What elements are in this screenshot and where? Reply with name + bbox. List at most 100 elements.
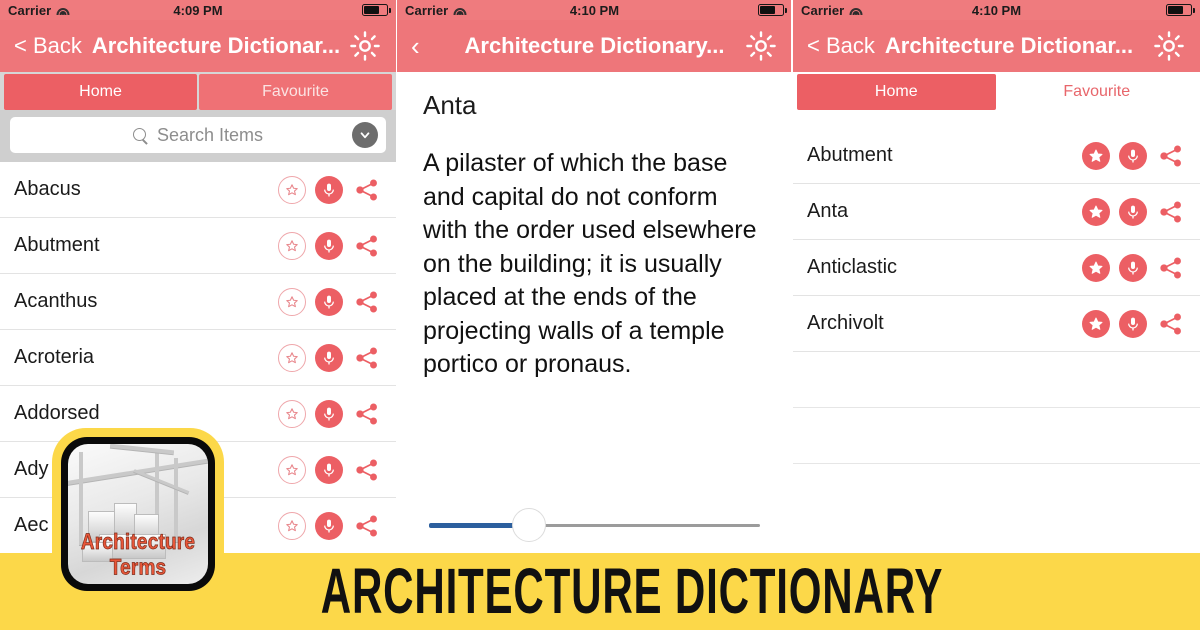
table-row[interactable]: Archivolt xyxy=(793,296,1200,352)
panel-term-detail: Carrier 4:10 PM ‹ Architecture Dictionar… xyxy=(397,0,792,553)
share-icon[interactable] xyxy=(352,288,382,316)
microphone-icon[interactable] xyxy=(1119,253,1147,282)
term-label: Abutment xyxy=(807,144,893,166)
tab-bar: Home Favourite xyxy=(0,72,396,110)
app-icon-label: Architecture Terms xyxy=(80,530,196,581)
app-icon: Architecture Terms xyxy=(52,428,224,600)
microphone-icon[interactable] xyxy=(315,287,343,316)
term-label: Abutment xyxy=(14,234,100,256)
microphone-icon[interactable] xyxy=(315,343,343,372)
nav-bar: ‹ Architecture Dictionary... xyxy=(397,20,792,72)
speech-rate-slider[interactable] xyxy=(429,505,760,542)
status-bar: Carrier 4:10 PM xyxy=(397,0,792,20)
panel-favourite-list: Carrier 4:10 PM < Back Architecture Dict… xyxy=(793,0,1200,553)
term-label: Aec xyxy=(14,514,49,536)
microphone-icon[interactable] xyxy=(315,231,343,260)
battery-icon xyxy=(1166,4,1195,16)
row-actions xyxy=(1082,197,1186,226)
share-icon[interactable] xyxy=(352,400,382,428)
row-actions xyxy=(278,455,382,484)
star-filled-icon[interactable] xyxy=(1082,141,1110,170)
term-label: Ady xyxy=(14,458,49,480)
star-outline-icon[interactable] xyxy=(278,399,306,428)
table-row[interactable]: Acanthus xyxy=(0,274,396,330)
row-actions xyxy=(278,175,382,204)
back-button[interactable]: < Back xyxy=(807,33,875,59)
table-row[interactable]: Acroteria xyxy=(0,330,396,386)
status-bar-right xyxy=(362,4,391,16)
star-outline-icon[interactable] xyxy=(278,287,306,316)
slider-thumb[interactable] xyxy=(511,508,546,542)
screenshot-stage: Carrier 4:09 PM < Back Architecture Dict… xyxy=(0,0,1200,630)
star-filled-icon[interactable] xyxy=(1082,197,1110,226)
term-label: Addorsed xyxy=(14,402,100,424)
tab-favourite-label: Favourite xyxy=(262,83,329,100)
microphone-icon[interactable] xyxy=(1119,197,1147,226)
page-title: Architecture Dictionar... xyxy=(91,33,341,58)
share-icon[interactable] xyxy=(352,176,382,204)
battery-icon xyxy=(362,4,391,16)
microphone-icon[interactable] xyxy=(315,175,343,204)
table-row-empty xyxy=(793,352,1200,408)
app-icon-artwork: Architecture Terms xyxy=(68,444,208,584)
microphone-icon[interactable] xyxy=(315,511,343,540)
star-outline-icon[interactable] xyxy=(278,343,306,372)
microphone-icon[interactable] xyxy=(315,455,343,484)
share-icon[interactable] xyxy=(352,512,382,540)
term-label: Anticlastic xyxy=(807,256,898,278)
gear-icon[interactable] xyxy=(1152,29,1186,63)
microphone-icon[interactable] xyxy=(315,399,343,428)
back-button[interactable]: < Back xyxy=(14,33,82,59)
row-actions xyxy=(278,399,382,428)
share-icon[interactable] xyxy=(352,344,382,372)
search-input[interactable]: Search Items xyxy=(10,117,386,153)
row-actions xyxy=(278,287,382,316)
tab-favourite[interactable]: Favourite xyxy=(997,74,1196,110)
share-icon[interactable] xyxy=(1156,310,1186,338)
star-filled-icon[interactable] xyxy=(1082,309,1110,338)
share-icon[interactable] xyxy=(1156,254,1186,282)
status-bar-right xyxy=(1166,4,1195,16)
row-actions xyxy=(278,343,382,372)
gear-icon[interactable] xyxy=(348,29,382,63)
tab-favourite[interactable]: Favourite xyxy=(199,74,392,110)
tab-favourite-label: Favourite xyxy=(1063,83,1131,100)
tab-home[interactable]: Home xyxy=(4,74,197,110)
star-outline-icon[interactable] xyxy=(278,231,306,260)
chevron-down-icon[interactable] xyxy=(352,122,378,148)
term-title: Anta xyxy=(423,90,477,120)
term-label: Acroteria xyxy=(14,346,95,368)
table-row[interactable]: Abutment xyxy=(793,128,1200,184)
search-tray: Search Items xyxy=(0,110,396,162)
star-outline-icon[interactable] xyxy=(278,511,306,540)
share-icon[interactable] xyxy=(1156,198,1186,226)
status-time: 4:10 PM xyxy=(569,2,620,18)
star-outline-icon[interactable] xyxy=(278,175,306,204)
tab-home[interactable]: Home xyxy=(797,74,996,110)
status-bar: Carrier 4:09 PM xyxy=(0,0,396,20)
detail-pane: Anta A pilaster of which the base and ca… xyxy=(397,72,792,553)
table-row-empty xyxy=(793,408,1200,464)
table-row[interactable]: Anta xyxy=(793,184,1200,240)
battery-icon xyxy=(758,4,787,16)
microphone-icon[interactable] xyxy=(1119,141,1147,170)
share-icon[interactable] xyxy=(352,232,382,260)
share-icon[interactable] xyxy=(1156,142,1186,170)
table-row[interactable]: Abacus xyxy=(0,162,396,218)
search-icon xyxy=(132,127,148,143)
share-icon[interactable] xyxy=(352,456,382,484)
tab-home-label: Home xyxy=(79,83,122,100)
favourite-list: Abutment Anta Anticlastic Archivolt xyxy=(793,128,1200,464)
star-outline-icon[interactable] xyxy=(278,455,306,484)
gear-icon[interactable] xyxy=(744,29,778,63)
term-label: Archivolt xyxy=(807,312,884,334)
table-row[interactable]: Anticlastic xyxy=(793,240,1200,296)
row-actions xyxy=(278,511,382,540)
search-placeholder: Search Items xyxy=(156,124,264,145)
table-row[interactable]: Abutment xyxy=(0,218,396,274)
nav-bar: < Back Architecture Dictionar... xyxy=(0,20,396,72)
page-title: Architecture Dictionar... xyxy=(884,33,1134,58)
row-actions xyxy=(278,231,382,260)
star-filled-icon[interactable] xyxy=(1082,253,1110,282)
microphone-icon[interactable] xyxy=(1119,309,1147,338)
